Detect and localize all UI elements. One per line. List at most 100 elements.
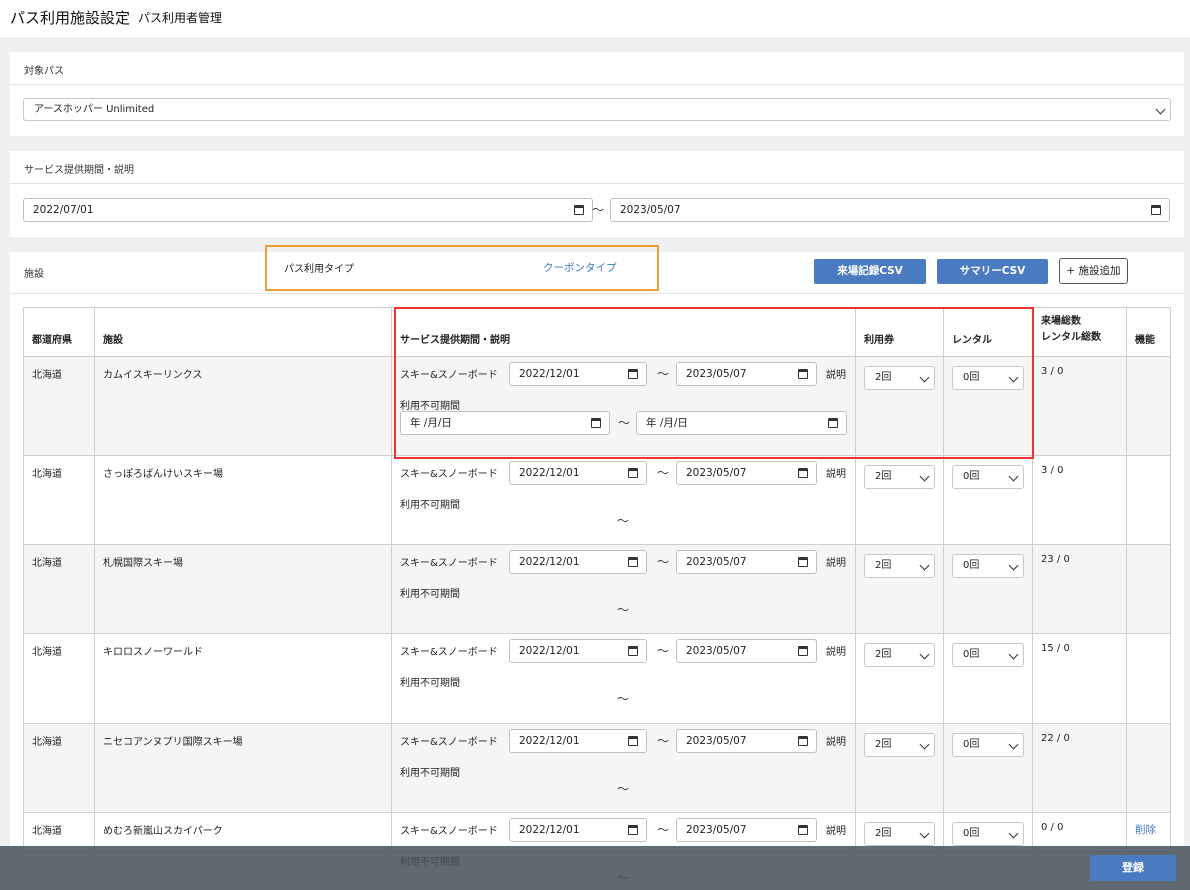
cell-functions xyxy=(1126,455,1171,545)
coupon-value: 2回 xyxy=(875,560,892,571)
cell-totals: 23 / 0 xyxy=(1032,544,1127,634)
row-end-value: 2023/05/07 xyxy=(686,467,747,479)
unavailable-end-date-input[interactable]: 年 /月/日 xyxy=(636,411,847,435)
rental-select[interactable]: 0回 xyxy=(952,643,1024,667)
col-coupon: 利用券 xyxy=(855,307,944,357)
row-end-value: 2023/05/07 xyxy=(686,735,747,747)
calendar-icon[interactable] xyxy=(628,557,638,567)
calendar-icon[interactable] xyxy=(798,557,808,567)
cell-rental: 0回 xyxy=(943,356,1033,456)
service-start-value: 2022/07/01 xyxy=(33,204,94,216)
range-separator: 〜 xyxy=(657,367,670,381)
cell-rental: 0回 xyxy=(943,633,1033,724)
coupon-select[interactable]: 2回 xyxy=(864,554,935,578)
calendar-icon[interactable] xyxy=(828,418,838,428)
row-end-date-input[interactable]: 2023/05/07 xyxy=(676,818,817,842)
row-start-date-input[interactable]: 2022/12/01 xyxy=(509,639,647,663)
rental-select[interactable]: 0回 xyxy=(952,465,1024,489)
range-separator: 〜 xyxy=(657,734,670,748)
cell-functions xyxy=(1126,356,1171,456)
row-start-date-input[interactable]: 2022/12/01 xyxy=(509,550,647,574)
delete-link[interactable]: 削除 xyxy=(1135,824,1156,836)
row-end-date-input[interactable]: 2023/05/07 xyxy=(676,461,817,485)
calendar-icon[interactable] xyxy=(798,468,808,478)
row-end-value: 2023/05/07 xyxy=(686,645,747,657)
unavailable-period-label: 利用不可期間 xyxy=(400,500,460,511)
cell-prefecture: 北海道 xyxy=(23,544,95,634)
rental-value: 0回 xyxy=(963,560,980,571)
register-button[interactable]: 登録 xyxy=(1090,855,1176,881)
target-pass-label: 対象パス xyxy=(24,66,64,77)
description-link[interactable]: 説明 xyxy=(826,822,846,837)
calendar-icon[interactable] xyxy=(1151,205,1161,215)
cell-service: スキー&スノーボード2022/12/01〜2023/05/07説明利用不可期間〜 xyxy=(391,455,856,545)
calendar-icon[interactable] xyxy=(628,369,638,379)
coupon-select[interactable]: 2回 xyxy=(864,465,935,489)
row-start-date-input[interactable]: 2022/12/01 xyxy=(509,818,647,842)
coupon-select[interactable]: 2回 xyxy=(864,366,935,390)
rental-value: 0回 xyxy=(963,372,980,383)
rental-value: 0回 xyxy=(963,828,980,839)
target-pass-select[interactable]: アースホッパー Unlimited xyxy=(23,98,1171,121)
service-end-date-input[interactable]: 2023/05/07 xyxy=(610,198,1170,222)
row-start-date-input[interactable]: 2022/12/01 xyxy=(509,461,647,485)
calendar-icon[interactable] xyxy=(574,205,584,215)
row-start-date-input[interactable]: 2022/12/01 xyxy=(509,729,647,753)
chevron-down-icon xyxy=(919,560,930,571)
description-link[interactable]: 説明 xyxy=(826,554,846,569)
calendar-icon[interactable] xyxy=(628,825,638,835)
service-start-date-input[interactable]: 2022/07/01 xyxy=(23,198,593,222)
cell-service: スキー&スノーボード 2022/12/01 〜 2023/05/07 説明 利用不可期間年… xyxy=(391,356,856,456)
unavailable-period-label: 利用不可期間 xyxy=(400,768,460,779)
rental-select[interactable]: 0回 xyxy=(952,822,1024,846)
calendar-icon[interactable] xyxy=(628,468,638,478)
calendar-icon[interactable] xyxy=(591,418,601,428)
service-label: スキー&スノーボード xyxy=(400,647,498,658)
rental-select[interactable]: 0回 xyxy=(952,554,1024,578)
row-start-value: 2022/12/01 xyxy=(519,645,580,657)
page-title: パス利用施設設定 xyxy=(10,9,131,27)
description-link[interactable]: 説明 xyxy=(826,733,846,748)
cell-facility: 札幌国際スキー場 xyxy=(94,544,392,634)
add-facility-button[interactable]: + 施設追加 xyxy=(1059,258,1128,284)
coupon-select[interactable]: 2回 xyxy=(864,822,935,846)
description-link[interactable]: 説明 xyxy=(826,465,846,480)
calendar-icon[interactable] xyxy=(798,825,808,835)
col-totals-line2: レンタル総数 xyxy=(1041,332,1101,343)
calendar-icon[interactable] xyxy=(798,736,808,746)
rental-select[interactable]: 0回 xyxy=(952,733,1024,757)
rental-value: 0回 xyxy=(963,471,980,482)
cell-totals: 22 / 0 xyxy=(1032,723,1127,813)
calendar-icon[interactable] xyxy=(798,646,808,656)
row-end-date-input[interactable]: 2023/05/07 xyxy=(676,729,817,753)
calendar-icon[interactable] xyxy=(628,646,638,656)
target-pass-card: 対象パス アースホッパー Unlimited xyxy=(10,52,1184,136)
visit-csv-button[interactable]: 来場記録CSV xyxy=(814,259,926,284)
calendar-icon[interactable] xyxy=(628,736,638,746)
unavailable-start-date-input[interactable]: 年 /月/日 xyxy=(400,411,610,435)
table-row: 北海道 ニセコアンヌプリ国際スキー場 スキー&スノーボード 2022/12/01 〜 20… xyxy=(23,723,1171,813)
description-link[interactable]: 説明 xyxy=(826,643,846,658)
cell-functions xyxy=(1126,633,1171,724)
top-bar: パス利用施設設定 パス利用者管理 xyxy=(0,0,1190,37)
coupon-select[interactable]: 2回 xyxy=(864,733,935,757)
chevron-down-icon xyxy=(919,649,930,660)
rental-value: 0回 xyxy=(963,739,980,750)
row-end-date-input[interactable]: 2023/05/07 xyxy=(676,550,817,574)
coupon-value: 2回 xyxy=(875,649,892,660)
rental-select[interactable]: 0回 xyxy=(952,366,1024,390)
cell-facility: カムイスキーリンクス xyxy=(94,356,392,456)
calendar-icon[interactable] xyxy=(798,369,808,379)
cell-prefecture: 北海道 xyxy=(23,633,95,724)
cell-coupon: 2回 xyxy=(855,723,944,813)
description-link[interactable]: 説明 xyxy=(826,366,846,381)
row-end-date-input[interactable]: 2023/05/07 xyxy=(676,362,817,386)
row-end-date-input[interactable]: 2023/05/07 xyxy=(676,639,817,663)
coupon-select[interactable]: 2回 xyxy=(864,643,935,667)
summary-csv-button[interactable]: サマリーCSV xyxy=(937,259,1048,284)
row-start-date-input[interactable]: 2022/12/01 xyxy=(509,362,647,386)
row-end-value: 2023/05/07 xyxy=(686,824,747,836)
col-service: サービス提供期間・説明 xyxy=(391,307,856,357)
table-row: 北海道 さっぽろばんけいスキー場 スキー&スノーボード 2022/12/01 〜 2023… xyxy=(23,455,1171,545)
pass-type-value[interactable]: クーポンタイプ xyxy=(543,260,617,275)
